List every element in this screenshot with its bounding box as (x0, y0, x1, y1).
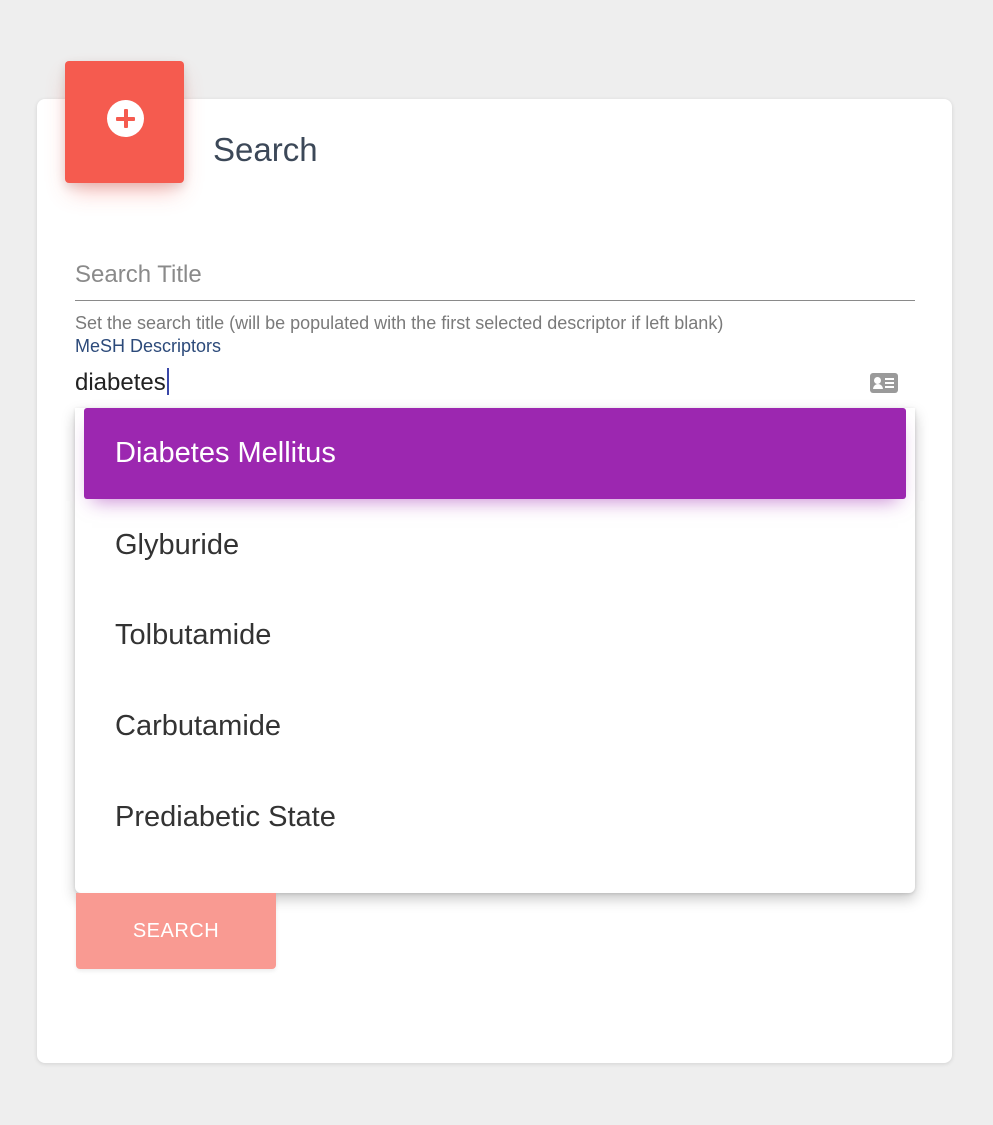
text-cursor (166, 368, 169, 395)
plus-circle-icon (107, 100, 144, 137)
card-title: Search (213, 131, 318, 168)
search-title-helper-text: Set the search title (will be populated … (75, 313, 724, 333)
card-header-tile (65, 61, 184, 183)
autocomplete-option[interactable]: Tolbutamide (75, 590, 915, 681)
mesh-descriptors-field[interactable]: diabetes (75, 365, 915, 410)
autocomplete-option[interactable]: Prediabetic State (75, 772, 915, 863)
mesh-descriptors-input[interactable]: diabetes (75, 368, 169, 397)
mesh-input-value: diabetes (75, 369, 166, 396)
search-button[interactable]: SEARCH (76, 893, 276, 969)
id-card-icon[interactable] (870, 373, 898, 393)
search-title-field[interactable] (75, 255, 915, 301)
autocomplete-dropdown: Diabetes Mellitus Glyburide Tolbutamide … (75, 408, 915, 893)
mesh-descriptors-label: MeSH Descriptors (75, 336, 222, 356)
autocomplete-option[interactable]: Carbutamide (75, 681, 915, 772)
autocomplete-option[interactable]: Glyburide (75, 500, 915, 591)
search-title-input[interactable] (75, 255, 915, 295)
autocomplete-option[interactable]: Diabetes Mellitus (84, 408, 906, 499)
